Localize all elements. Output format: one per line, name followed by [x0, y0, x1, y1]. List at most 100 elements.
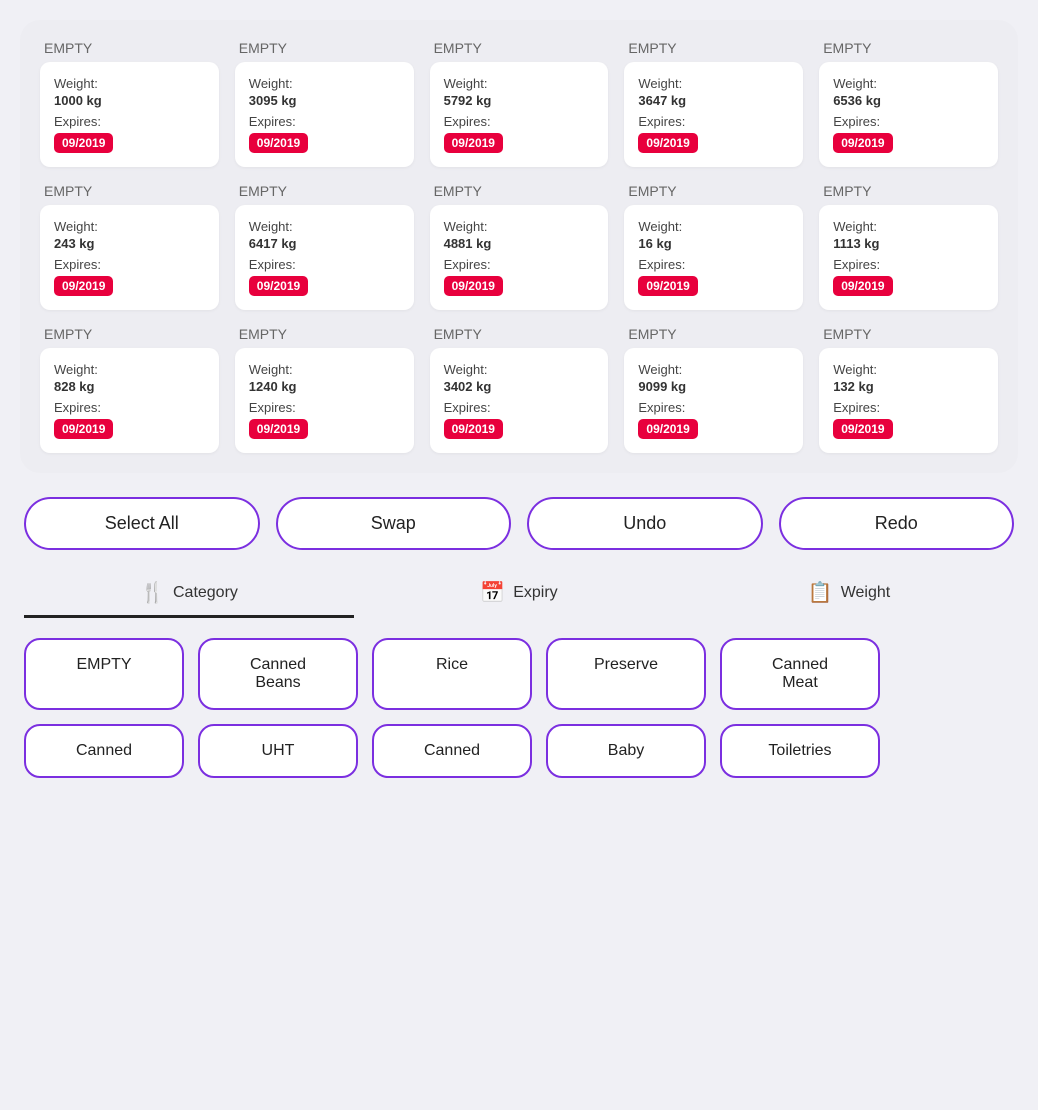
weight-value: 5792 kg: [444, 93, 595, 108]
expires-label: Expires:: [638, 114, 789, 129]
chip-baby[interactable]: Baby: [546, 724, 706, 778]
tab-category-label: Category: [173, 584, 238, 602]
grid-panel: EMPTY Weight: 1000 kg Expires: 09/2019 E…: [20, 20, 1018, 473]
cell-card: Weight: 3095 kg Expires: 09/2019: [235, 62, 414, 167]
grid-cell[interactable]: EMPTY Weight: 828 kg Expires: 09/2019: [40, 326, 219, 453]
weight-value: 6536 kg: [833, 93, 984, 108]
weight-label: Weight:: [638, 76, 789, 91]
cell-card: Weight: 3647 kg Expires: 09/2019: [624, 62, 803, 167]
cell-label: EMPTY: [430, 183, 609, 199]
select-all-button[interactable]: Select All: [24, 497, 260, 550]
tab-category[interactable]: 🍴 Category: [24, 570, 354, 618]
redo-button[interactable]: Redo: [779, 497, 1015, 550]
inventory-grid: EMPTY Weight: 1000 kg Expires: 09/2019 E…: [40, 40, 998, 453]
weight-value: 1240 kg: [249, 379, 400, 394]
expires-label: Expires:: [54, 257, 205, 272]
expires-label: Expires:: [249, 400, 400, 415]
expire-badge: 09/2019: [249, 276, 308, 296]
expires-label: Expires:: [249, 257, 400, 272]
expires-label: Expires:: [638, 400, 789, 415]
cell-label: EMPTY: [40, 183, 219, 199]
weight-value: 3647 kg: [638, 93, 789, 108]
weight-label: Weight:: [249, 362, 400, 377]
weight-value: 9099 kg: [638, 379, 789, 394]
cell-card: Weight: 828 kg Expires: 09/2019: [40, 348, 219, 453]
weight-label: Weight:: [54, 219, 205, 234]
cell-card: Weight: 1240 kg Expires: 09/2019: [235, 348, 414, 453]
expires-label: Expires:: [249, 114, 400, 129]
weight-value: 6417 kg: [249, 236, 400, 251]
grid-cell[interactable]: EMPTY Weight: 1240 kg Expires: 09/2019: [235, 326, 414, 453]
grid-cell[interactable]: EMPTY Weight: 1000 kg Expires: 09/2019: [40, 40, 219, 167]
grid-cell[interactable]: EMPTY Weight: 3095 kg Expires: 09/2019: [235, 40, 414, 167]
expires-label: Expires:: [638, 257, 789, 272]
cell-label: EMPTY: [624, 40, 803, 56]
chip-rice[interactable]: Rice: [372, 638, 532, 710]
tab-expiry-label: Expiry: [513, 584, 557, 602]
chip-canned-meat[interactable]: CannedMeat: [720, 638, 880, 710]
cell-card: Weight: 243 kg Expires: 09/2019: [40, 205, 219, 310]
expires-label: Expires:: [833, 400, 984, 415]
weight-value: 828 kg: [54, 379, 205, 394]
expire-badge: 09/2019: [444, 276, 503, 296]
grid-cell[interactable]: EMPTY Weight: 3647 kg Expires: 09/2019: [624, 40, 803, 167]
cell-label: EMPTY: [430, 40, 609, 56]
grid-cell[interactable]: EMPTY Weight: 16 kg Expires: 09/2019: [624, 183, 803, 310]
cell-card: Weight: 6417 kg Expires: 09/2019: [235, 205, 414, 310]
undo-button[interactable]: Undo: [527, 497, 763, 550]
weight-label: Weight:: [249, 219, 400, 234]
cell-card: Weight: 1000 kg Expires: 09/2019: [40, 62, 219, 167]
weight-label: Weight:: [638, 219, 789, 234]
weight-label: Weight:: [444, 362, 595, 377]
weight-value: 4881 kg: [444, 236, 595, 251]
chip-canned-2[interactable]: Canned: [372, 724, 532, 778]
weight-label: Weight:: [249, 76, 400, 91]
cell-card: Weight: 5792 kg Expires: 09/2019: [430, 62, 609, 167]
weight-label: Weight:: [833, 362, 984, 377]
weight-label: Weight:: [54, 362, 205, 377]
grid-cell[interactable]: EMPTY Weight: 132 kg Expires: 09/2019: [819, 326, 998, 453]
cell-card: Weight: 1113 kg Expires: 09/2019: [819, 205, 998, 310]
grid-cell[interactable]: EMPTY Weight: 6536 kg Expires: 09/2019: [819, 40, 998, 167]
grid-cell[interactable]: EMPTY Weight: 1113 kg Expires: 09/2019: [819, 183, 998, 310]
expire-badge: 09/2019: [54, 133, 113, 153]
grid-cell[interactable]: EMPTY Weight: 3402 kg Expires: 09/2019: [430, 326, 609, 453]
grid-cell[interactable]: EMPTY Weight: 5792 kg Expires: 09/2019: [430, 40, 609, 167]
weight-value: 3095 kg: [249, 93, 400, 108]
expires-label: Expires:: [444, 400, 595, 415]
chip-canned-beans[interactable]: CannedBeans: [198, 638, 358, 710]
chip-canned[interactable]: Canned: [24, 724, 184, 778]
tab-weight[interactable]: 📋 Weight: [684, 570, 1014, 618]
cell-label: EMPTY: [235, 183, 414, 199]
expire-badge: 09/2019: [638, 133, 697, 153]
main-container: EMPTY Weight: 1000 kg Expires: 09/2019 E…: [0, 0, 1038, 798]
expires-label: Expires:: [444, 114, 595, 129]
action-row: Select All Swap Undo Redo: [20, 497, 1018, 550]
chip-toiletries[interactable]: Toiletries: [720, 724, 880, 778]
chip-uht[interactable]: UHT: [198, 724, 358, 778]
chips-row-1: EMPTY CannedBeans Rice Preserve CannedMe…: [20, 638, 1018, 710]
expiry-icon: 📅: [480, 580, 505, 605]
expires-label: Expires:: [54, 400, 205, 415]
expire-badge: 09/2019: [54, 419, 113, 439]
tab-weight-label: Weight: [841, 584, 891, 602]
cell-label: EMPTY: [40, 326, 219, 342]
swap-button[interactable]: Swap: [276, 497, 512, 550]
weight-value: 3402 kg: [444, 379, 595, 394]
chip-preserve[interactable]: Preserve: [546, 638, 706, 710]
chip-empty[interactable]: EMPTY: [24, 638, 184, 710]
cell-label: EMPTY: [819, 40, 998, 56]
expire-badge: 09/2019: [833, 133, 892, 153]
grid-cell[interactable]: EMPTY Weight: 243 kg Expires: 09/2019: [40, 183, 219, 310]
expires-label: Expires:: [833, 114, 984, 129]
tab-expiry[interactable]: 📅 Expiry: [354, 570, 684, 618]
weight-label: Weight:: [638, 362, 789, 377]
grid-cell[interactable]: EMPTY Weight: 4881 kg Expires: 09/2019: [430, 183, 609, 310]
cell-card: Weight: 3402 kg Expires: 09/2019: [430, 348, 609, 453]
weight-value: 1000 kg: [54, 93, 205, 108]
grid-cell[interactable]: EMPTY Weight: 6417 kg Expires: 09/2019: [235, 183, 414, 310]
weight-label: Weight:: [54, 76, 205, 91]
weight-icon: 📋: [808, 580, 833, 605]
weight-label: Weight:: [444, 76, 595, 91]
grid-cell[interactable]: EMPTY Weight: 9099 kg Expires: 09/2019: [624, 326, 803, 453]
